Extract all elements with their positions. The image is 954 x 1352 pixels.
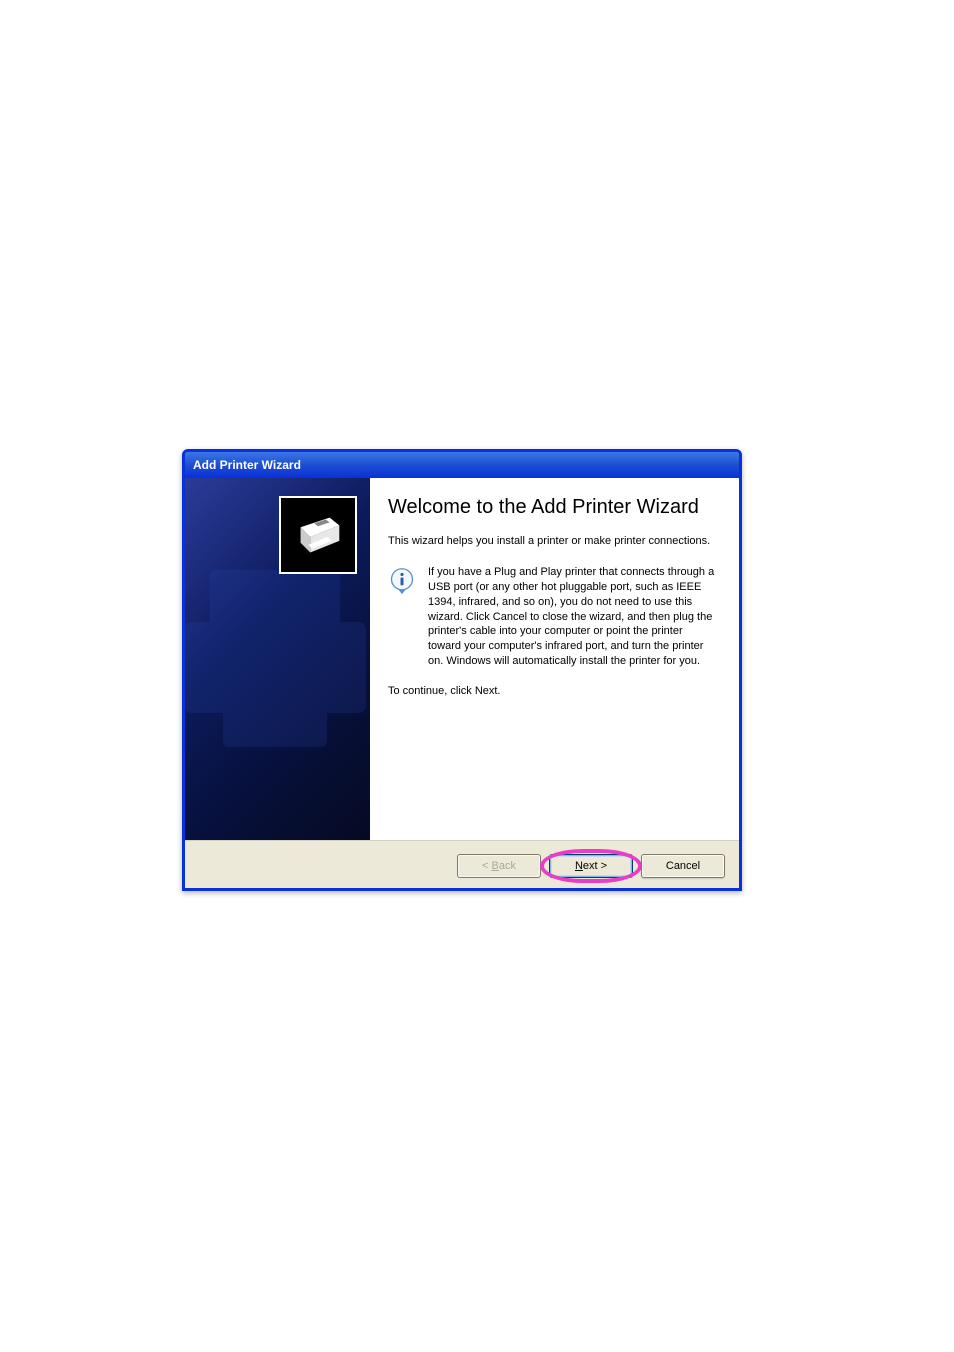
continue-text: To continue, click Next. <box>388 685 715 697</box>
wizard-logo <box>279 496 357 574</box>
cancel-button-label: Cancel <box>666 860 700 872</box>
window-title: Add Printer Wizard <box>193 458 301 472</box>
printer-icon <box>287 504 349 566</box>
next-button-wrap: Next > <box>549 854 633 878</box>
next-button-hotkey: N <box>575 860 583 872</box>
wizard-main: Welcome to the Add Printer Wizard This w… <box>370 478 739 840</box>
wizard-body: Welcome to the Add Printer Wizard This w… <box>185 478 739 840</box>
back-button-hotkey: B <box>492 860 499 872</box>
next-button-suffix: ext > <box>583 860 607 872</box>
info-text: If you have a Plug and Play printer that… <box>428 565 715 669</box>
info-icon <box>388 567 416 595</box>
button-bar: < Back Next > Cancel <box>185 840 739 890</box>
cancel-button[interactable]: Cancel <box>641 854 725 878</box>
back-button-prefix: < <box>482 860 491 872</box>
info-block: If you have a Plug and Play printer that… <box>388 565 715 669</box>
wizard-description: This wizard helps you install a printer … <box>388 535 715 547</box>
add-printer-wizard-dialog: Add Printer Wizard <box>182 449 742 891</box>
back-button: < Back <box>457 854 541 878</box>
titlebar: Add Printer Wizard <box>185 452 739 478</box>
back-button-suffix: ack <box>499 860 516 872</box>
next-button[interactable]: Next > <box>549 854 633 878</box>
page-title: Welcome to the Add Printer Wizard <box>388 496 715 519</box>
wizard-sidebar <box>185 478 370 840</box>
